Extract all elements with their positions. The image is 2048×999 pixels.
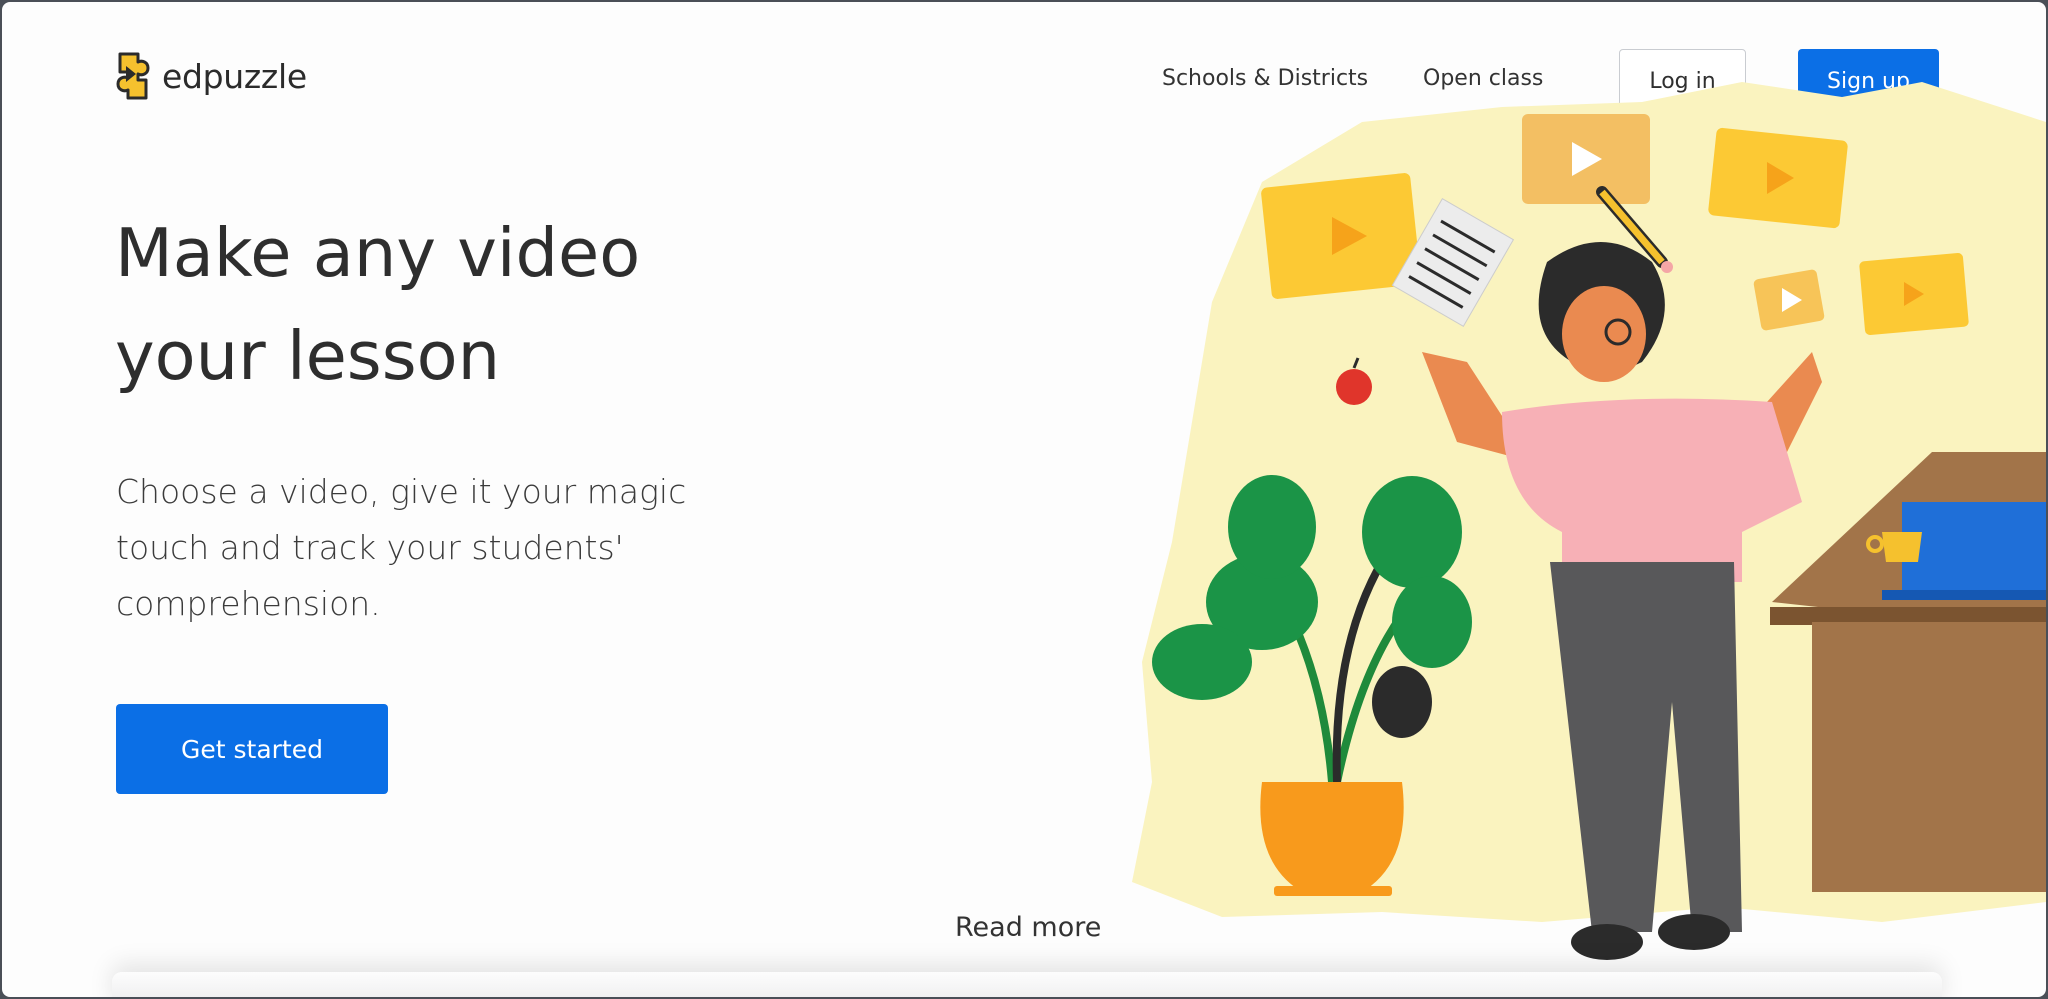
puzzle-piece-icon (116, 52, 150, 100)
read-more-link[interactable]: Read more (955, 912, 1101, 943)
video-card-icon (1753, 269, 1825, 331)
video-card-icon (1522, 114, 1650, 204)
video-card-icon (1708, 127, 1848, 229)
browser-window: edpuzzle Schools & Districts Open class … (2, 2, 2046, 997)
next-section-edge (112, 972, 1942, 997)
hero-title: Make any video your lesson (115, 202, 735, 408)
video-card-icon (1859, 253, 1969, 335)
teacher-illustration (1132, 82, 2046, 960)
hero-title-line-1: Make any video (115, 214, 641, 292)
hero-subtitle: Choose a video, give it your magic touch… (116, 472, 687, 623)
brand-name: edpuzzle (162, 56, 307, 96)
get-started-button[interactable]: Get started (116, 704, 388, 794)
hero-title-line-2: your lesson (115, 317, 501, 395)
edpuzzle-logo[interactable]: edpuzzle (112, 50, 307, 102)
